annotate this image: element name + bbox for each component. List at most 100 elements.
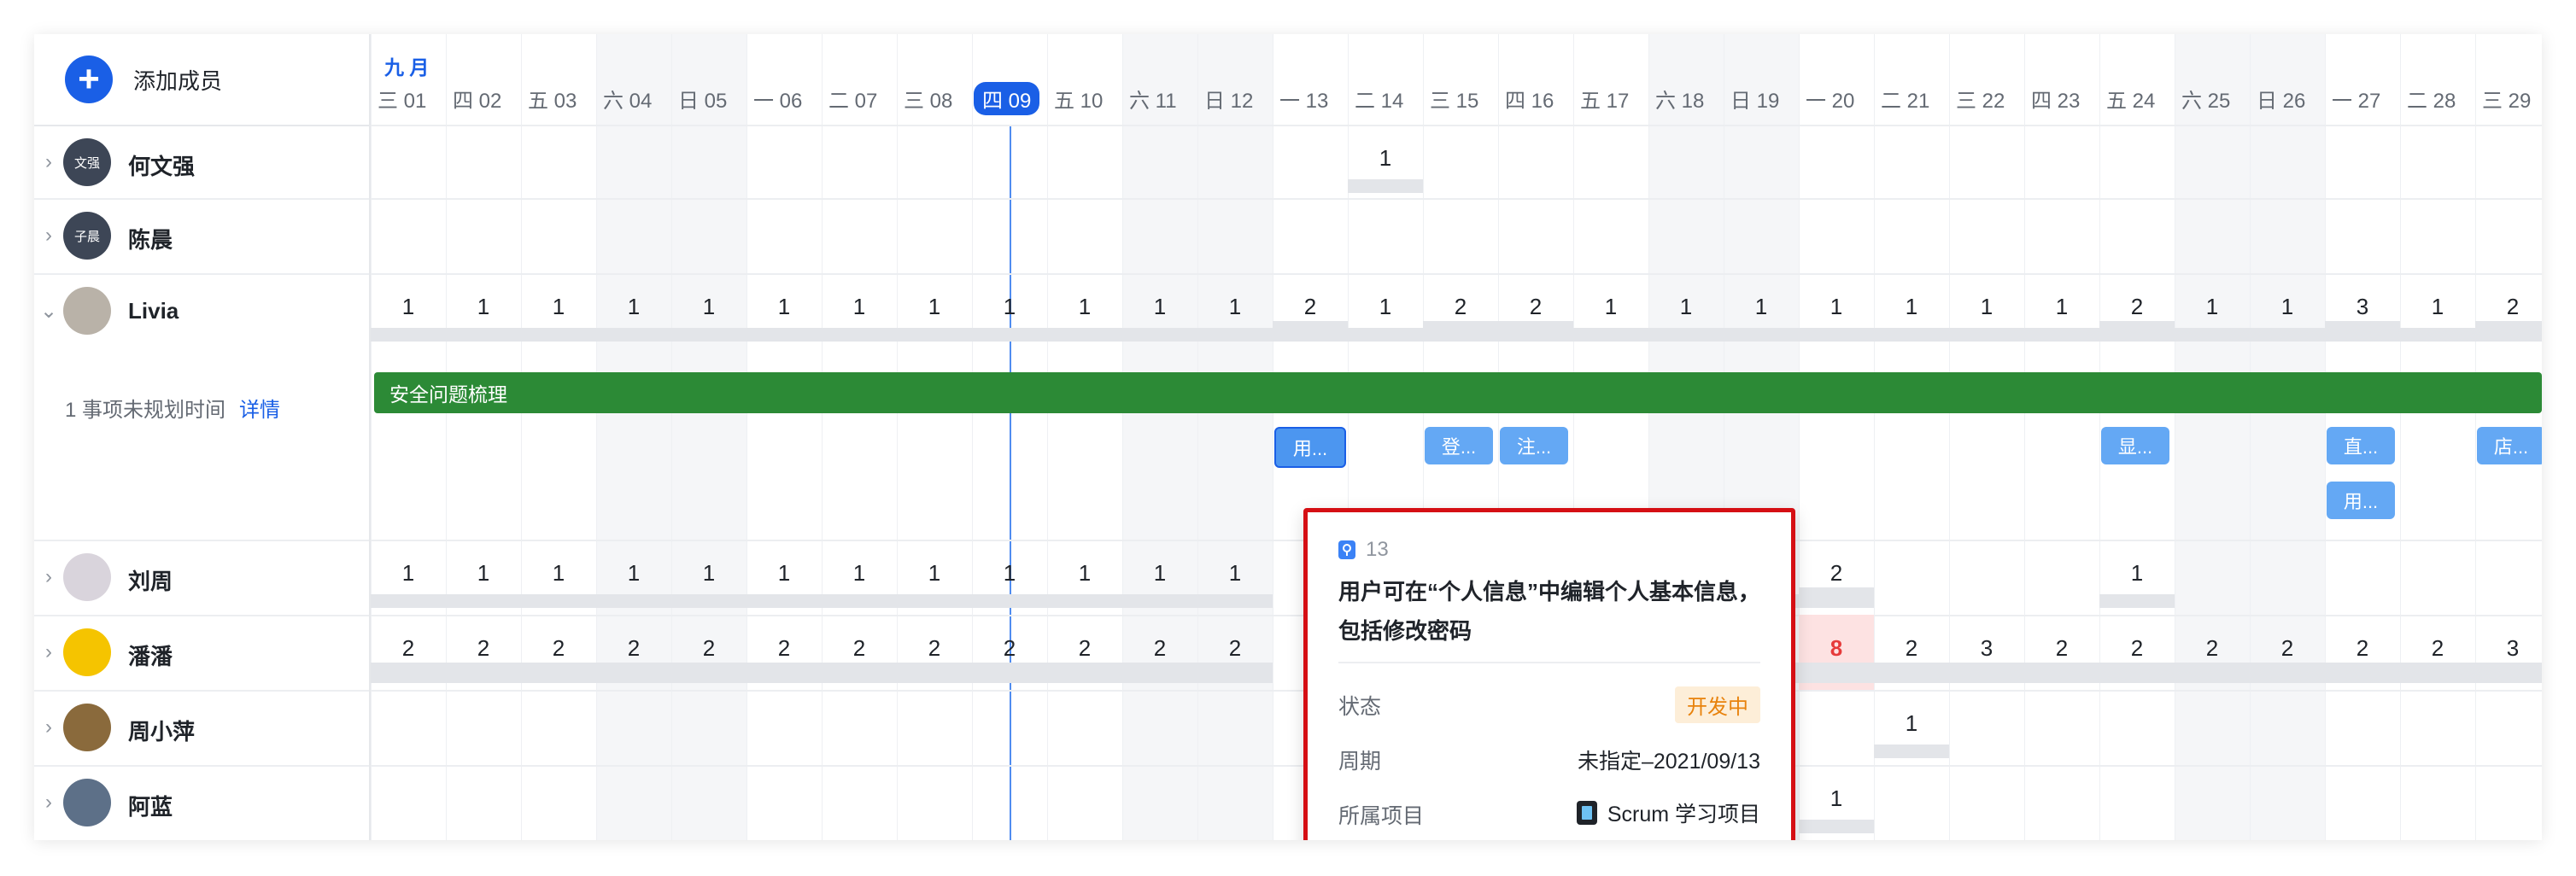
add-member-button[interactable]: +	[65, 55, 113, 103]
workload-count[interactable]: 1	[1573, 294, 1648, 320]
workload-count[interactable]: 1	[671, 560, 746, 587]
add-member-label[interactable]: 添加成员	[133, 64, 222, 96]
day-header[interactable]: 一 13	[1279, 84, 1328, 114]
workload-count[interactable]: 1	[2175, 294, 2250, 320]
workload-count[interactable]: 2	[521, 635, 596, 662]
member-row[interactable]: › 阿蓝	[34, 765, 369, 840]
workload-count[interactable]: 2	[2475, 294, 2542, 320]
workload-count[interactable]: 1	[1799, 785, 1874, 812]
task-chip[interactable]: 登...	[1425, 427, 1493, 464]
day-header[interactable]: 四 16	[1505, 84, 1554, 114]
day-header[interactable]: 三 22	[1956, 84, 2005, 114]
member-row[interactable]: › 文强 何文强	[34, 125, 369, 200]
workload-count[interactable]: 1	[1949, 294, 2024, 320]
workload-count[interactable]: 1	[371, 294, 446, 320]
workload-count[interactable]: 2	[1122, 635, 1197, 662]
workload-count[interactable]: 2	[2099, 294, 2175, 320]
workload-count[interactable]: 1	[822, 294, 897, 320]
workload-count[interactable]: 2	[1874, 635, 1949, 662]
workload-count[interactable]: 2	[2250, 635, 2325, 662]
workload-count[interactable]: 2	[446, 635, 521, 662]
task-chip[interactable]: 显...	[2101, 427, 2169, 464]
day-header[interactable]: 三 01	[378, 84, 426, 114]
workload-count[interactable]: 1	[446, 560, 521, 587]
workload-count[interactable]: 3	[2325, 294, 2400, 320]
workload-count[interactable]: 3	[2475, 635, 2542, 662]
workload-count[interactable]: 1	[1197, 294, 1273, 320]
chevron-right-icon[interactable]: ›	[34, 791, 63, 815]
workload-count[interactable]: 2	[1047, 635, 1122, 662]
workload-count[interactable]: 2	[596, 635, 671, 662]
workload-count[interactable]: 1	[897, 560, 972, 587]
workload-count[interactable]: 1	[822, 560, 897, 587]
workload-count[interactable]: 2	[1273, 294, 1348, 320]
workload-count[interactable]: 2	[746, 635, 822, 662]
workload-count[interactable]: 1	[2099, 560, 2175, 587]
member-row[interactable]: › 潘潘	[34, 615, 369, 692]
task-chip[interactable]: 店...	[2477, 427, 2542, 464]
day-header[interactable]: 二 14	[1355, 84, 1403, 114]
workload-count[interactable]: 1	[2024, 294, 2099, 320]
task-title[interactable]: 用户可在“个人信息”中编辑个人基本信息，包括修改密码	[1338, 572, 1765, 651]
workload-count[interactable]: 1	[1122, 294, 1197, 320]
day-header[interactable]: 六 18	[1655, 84, 1704, 114]
day-header[interactable]: 二 28	[2407, 84, 2456, 114]
workload-count[interactable]: 1	[1648, 294, 1724, 320]
workload-count[interactable]: 2	[2024, 635, 2099, 662]
workload-count[interactable]: 1	[746, 560, 822, 587]
workload-count[interactable]: 1	[1799, 294, 1874, 320]
project-value[interactable]: Scrum 学习项目	[1576, 797, 1760, 828]
day-header[interactable]: 日 26	[2257, 84, 2305, 114]
day-header[interactable]: 四 09	[974, 82, 1040, 115]
day-header[interactable]: 五 10	[1054, 84, 1103, 114]
chevron-right-icon[interactable]: ›	[34, 715, 63, 739]
workload-count[interactable]: 1	[446, 294, 521, 320]
workload-count[interactable]: 3	[1949, 635, 2024, 662]
workload-count[interactable]: 1	[746, 294, 822, 320]
chevron-right-icon[interactable]: ›	[34, 640, 63, 664]
workload-count[interactable]: 2	[1423, 294, 1498, 320]
workload-count[interactable]: 2	[897, 635, 972, 662]
day-header[interactable]: 二 21	[1881, 84, 1929, 114]
chevron-right-icon[interactable]: ›	[34, 150, 63, 174]
day-header[interactable]: 四 02	[453, 84, 501, 114]
workload-count[interactable]: 1	[371, 560, 446, 587]
task-chip[interactable]: 用...	[2327, 482, 2395, 519]
workload-count[interactable]: 1	[897, 294, 972, 320]
workload-count[interactable]: 1	[2250, 294, 2325, 320]
day-header[interactable]: 一 20	[1806, 84, 1854, 114]
day-header[interactable]: 一 27	[2332, 84, 2380, 114]
workload-count[interactable]: 1	[972, 560, 1047, 587]
day-header[interactable]: 日 05	[678, 84, 727, 114]
workload-count[interactable]: 2	[2099, 635, 2175, 662]
workload-count[interactable]: 2	[1799, 560, 1874, 587]
day-header[interactable]: 三 08	[904, 84, 952, 114]
workload-count[interactable]: 1	[596, 294, 671, 320]
workload-count[interactable]: 2	[972, 635, 1047, 662]
workload-count[interactable]: 8	[1799, 635, 1874, 662]
day-header[interactable]: 四 23	[2031, 84, 2080, 114]
day-header[interactable]: 日 12	[1204, 84, 1253, 114]
member-row[interactable]: › 周小萍	[34, 690, 369, 767]
workload-count[interactable]: 2	[1197, 635, 1273, 662]
day-header[interactable]: 三 29	[2482, 84, 2531, 114]
day-header[interactable]: 六 11	[1129, 84, 1177, 114]
task-chip[interactable]: 注...	[1500, 427, 1568, 464]
workload-count[interactable]: 1	[521, 560, 596, 587]
workload-count[interactable]: 2	[2175, 635, 2250, 662]
day-header[interactable]: 五 24	[2106, 84, 2155, 114]
chevron-right-icon[interactable]: ›	[34, 224, 63, 248]
chevron-right-icon[interactable]: ›	[34, 565, 63, 589]
workload-count[interactable]: 1	[1874, 294, 1949, 320]
day-header[interactable]: 六 25	[2181, 84, 2230, 114]
workload-count[interactable]: 1	[2400, 294, 2475, 320]
status-badge[interactable]: 开发中	[1675, 686, 1760, 723]
workload-count[interactable]: 2	[2400, 635, 2475, 662]
workload-count[interactable]: 1	[1047, 560, 1122, 587]
workload-count[interactable]: 1	[1047, 294, 1122, 320]
workload-count[interactable]: 2	[371, 635, 446, 662]
workload-count[interactable]: 1	[1348, 145, 1423, 172]
day-header[interactable]: 五 17	[1580, 84, 1629, 114]
day-header[interactable]: 六 04	[603, 84, 652, 114]
workload-count[interactable]: 1	[671, 294, 746, 320]
